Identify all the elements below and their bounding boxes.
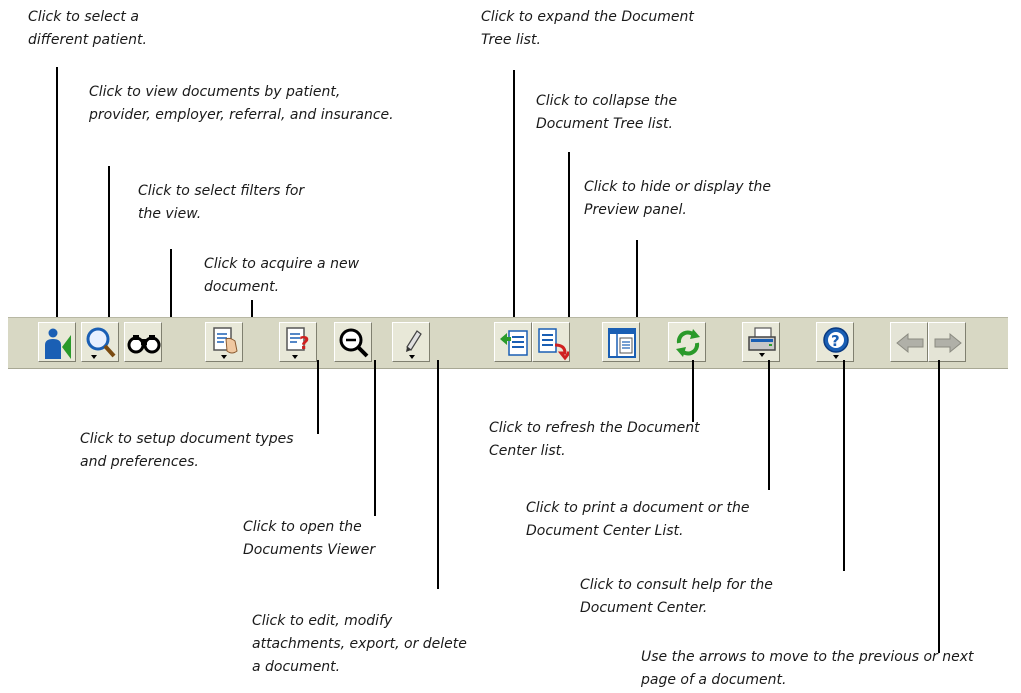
leader-select-patient [56, 67, 58, 337]
leader-arrows [938, 360, 940, 653]
leader-view-documents [108, 166, 110, 337]
callout-preview-panel: Click to hide or display the Preview pan… [584, 179, 771, 218]
previous-page-button[interactable] [890, 322, 928, 362]
acquire-document-button[interactable] [205, 322, 243, 362]
leader-expand-tree [513, 70, 515, 337]
leader-consult-help [843, 360, 845, 571]
callout-edit-document: Click to edit, modify attachments, expor… [252, 613, 467, 675]
collapse-document-tree-button[interactable] [532, 322, 570, 362]
callout-consult-help: Click to consult help for the Document C… [580, 577, 773, 616]
select-patient-button[interactable] [38, 322, 76, 362]
select-filters-button[interactable] [124, 322, 162, 362]
help-button[interactable]: ? [816, 322, 854, 362]
leader-setup-types [317, 360, 319, 434]
edit-document-button[interactable] [392, 322, 430, 362]
callout-acquire-document: Click to acquire a new document. [204, 256, 360, 295]
callout-select-patient: Click to select a different patient. [28, 9, 147, 48]
expand-tree-icon [500, 330, 528, 356]
svg-text:?: ? [299, 333, 309, 354]
callout-open-viewer: Click to open the Documents Viewer [243, 519, 376, 558]
setup-document-question-icon: ? [286, 327, 309, 359]
refresh-document-center-button[interactable] [668, 322, 706, 362]
leader-open-viewer [374, 360, 376, 516]
callout-print-document: Click to print a document or the Documen… [526, 500, 750, 539]
callout-setup-types: Click to setup document types and prefer… [80, 431, 294, 470]
callout-collapse-tree: Click to collapse the Document Tree list… [536, 93, 678, 132]
open-documents-viewer-button[interactable] [334, 322, 372, 362]
view-documents-by-button[interactable] [81, 322, 119, 362]
leader-edit-document [437, 360, 439, 589]
expand-document-tree-button[interactable] [494, 322, 532, 362]
next-page-button[interactable] [928, 322, 966, 362]
previous-page-arrow-icon [896, 332, 924, 354]
patient-select-icon [45, 328, 71, 359]
preview-panel-icon [608, 328, 636, 358]
toggle-preview-panel-button[interactable] [602, 322, 640, 362]
setup-document-types-button[interactable]: ? [279, 322, 317, 362]
callout-expand-tree: Click to expand the Document Tree list. [481, 9, 694, 48]
callout-arrows: Use the arrows to move to the previous o… [641, 649, 974, 688]
callout-select-filters: Click to select filters for the view. [138, 183, 305, 222]
help-icon: ? [823, 327, 849, 359]
collapse-tree-icon [538, 328, 569, 361]
print-document-button[interactable] [742, 322, 780, 362]
svg-text:?: ? [831, 332, 840, 350]
leader-print-document [768, 360, 770, 490]
binoculars-filter-icon [127, 335, 161, 354]
callout-refresh-list: Click to refresh the Document Center lis… [489, 420, 700, 459]
edit-document-pen-icon [406, 330, 422, 359]
print-icon [748, 327, 776, 357]
leader-refresh-list [692, 360, 694, 422]
leader-collapse-tree [568, 152, 570, 337]
callout-view-documents: Click to view documents by patient, prov… [89, 84, 394, 123]
acquire-document-hand-icon [213, 327, 238, 359]
next-page-arrow-icon [934, 332, 962, 354]
document-center-toolbar: ? ? [8, 317, 1008, 369]
refresh-icon [676, 329, 700, 357]
view-by-magnifier-icon [86, 327, 116, 359]
documents-viewer-magnifier-icon [339, 328, 369, 358]
